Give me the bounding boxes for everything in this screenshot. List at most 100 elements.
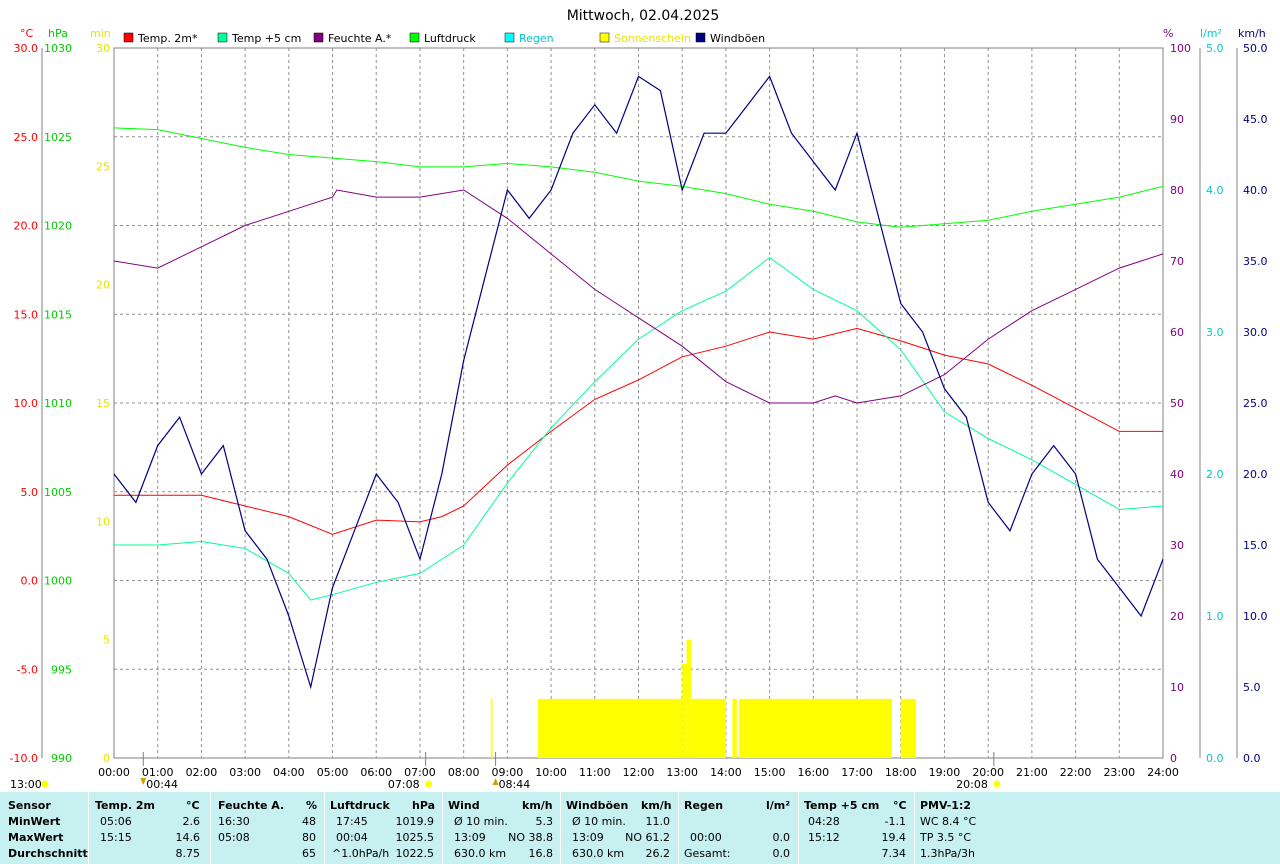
- wind-tick-label: 50.0: [1243, 42, 1268, 55]
- stats-header-hum-unit: %: [306, 799, 318, 812]
- time-tick-label: 15:00: [754, 766, 786, 779]
- legend-label: Regen: [519, 32, 554, 45]
- rain-tick-label: 1.0: [1206, 610, 1224, 623]
- avg-t5-value: 7.34: [881, 847, 907, 860]
- time-tick-label: 10:00: [535, 766, 567, 779]
- humidity-tick-label: 30: [1170, 539, 1184, 552]
- grid: [113, 47, 1164, 759]
- wind-tick-label: 35.0: [1243, 255, 1268, 268]
- sunshine-bar: [682, 663, 687, 758]
- avg-gust-distance: 630.0 km: [572, 847, 625, 860]
- legend-label: Temp. 2m*: [137, 32, 198, 45]
- min-gust-label: Ø 10 min.: [572, 815, 626, 828]
- max-press-time: 00:04: [336, 831, 368, 844]
- sunshine-bar: [537, 698, 683, 758]
- sunset-icon: [993, 780, 1001, 788]
- stats-header-wind: Wind: [448, 799, 480, 812]
- min-t5-time: 04:28: [808, 815, 840, 828]
- max-t5-time: 15:12: [808, 831, 840, 844]
- stats-row-max-label: MaxWert: [8, 831, 64, 844]
- event-label: 08:44: [499, 778, 531, 791]
- stats-row-min-label: MinWert: [8, 815, 61, 828]
- wind-tick-label: 0.0: [1243, 752, 1261, 765]
- legend-label: Sonnenschein: [614, 32, 691, 45]
- time-tick-label: 23:00: [1103, 766, 1135, 779]
- time-tick-label: 13:00: [666, 766, 698, 779]
- humidity-tick-label: 0: [1170, 752, 1177, 765]
- legend: Temp. 2m* Temp +5 cm Feuchte A.* Luftdruck R…: [123, 32, 765, 45]
- bottom-left-time: 13:00: [10, 778, 42, 791]
- weather-report: Mittwoch, 02.04.2025 °C hPa min % l/m² k…: [0, 0, 1280, 864]
- avg-press-trend: ^1.0hPa/h: [332, 847, 390, 860]
- sunshine-bar: [739, 698, 893, 758]
- stats-header-gust: Windböen: [566, 799, 629, 812]
- max-rain-time: 00:00: [690, 831, 722, 844]
- min-hum-value: 48: [302, 815, 316, 828]
- stats-header-temp-unit: °C: [186, 799, 200, 812]
- wind-tick-label: 5.0: [1243, 681, 1261, 694]
- temp-tick-label: 0.0: [21, 575, 39, 588]
- sun-tick-label: 15: [96, 397, 110, 410]
- legend-swatch: [504, 32, 515, 43]
- min-temp-value: 2.6: [182, 815, 201, 828]
- temp-tick-label: 25.0: [14, 131, 39, 144]
- avg-rain-label: Gesamt:: [684, 847, 731, 860]
- stats-header-hum: Feuchte A.: [218, 799, 285, 812]
- wind-tick-label: 15.0: [1243, 539, 1268, 552]
- stats-table: Sensor Temp. 2m °C Feuchte A. % Luftdruc…: [0, 792, 1280, 864]
- min-hum-time: 16:30: [218, 815, 250, 828]
- sun-tick-label: 0: [103, 752, 110, 765]
- humidity-tick-label: 10: [1170, 681, 1184, 694]
- min-gust-value: 11.0: [645, 815, 671, 828]
- humidity-tick-label: 20: [1170, 610, 1184, 623]
- avg-wind-value: 16.8: [528, 847, 554, 860]
- time-tick-label: 17:00: [841, 766, 873, 779]
- legend-swatch: [599, 32, 610, 43]
- humidity-tick-label: 90: [1170, 113, 1184, 126]
- pressure-tick-label: 1005: [44, 486, 72, 499]
- avg-gust-value: 26.2: [645, 847, 671, 860]
- temp-axis-unit: °C: [20, 27, 34, 40]
- sun-tick-label: 25: [96, 160, 110, 173]
- sunset-label: 20:08: [956, 778, 988, 791]
- temp-tick-label: 30.0: [14, 42, 39, 55]
- pressure-axis-unit: hPa: [48, 27, 68, 40]
- time-tick-label: 08:00: [448, 766, 480, 779]
- avg-rain-value: 0.0: [772, 847, 791, 860]
- sunshine-bars: [490, 639, 917, 758]
- temp-tick-label: -10.0: [10, 752, 38, 765]
- pressure-tick-label: 1010: [44, 397, 72, 410]
- time-tick-label: 02:00: [186, 766, 218, 779]
- time-tick-label: 12:00: [623, 766, 655, 779]
- time-tick-label: 11:00: [579, 766, 611, 779]
- pressure-tick-label: 1000: [44, 575, 72, 588]
- legend-label: Luftdruck: [424, 32, 476, 45]
- min-wind-value: 5.3: [535, 815, 554, 828]
- min-pmv: WC 8.4 °C: [920, 815, 977, 828]
- pressure-tick-label: 1030: [44, 42, 72, 55]
- legend-swatch: [313, 32, 324, 43]
- max-rain-value: 0.0: [772, 831, 791, 844]
- temp-tick-label: 5.0: [21, 486, 39, 499]
- min-press-value: 1019.9: [395, 815, 435, 828]
- time-tick-label: 03:00: [229, 766, 261, 779]
- max-hum-value: 80: [302, 831, 316, 844]
- stats-header-press: Luftdruck: [330, 799, 390, 812]
- temp-tick-label: -5.0: [17, 663, 38, 676]
- sunshine-bar: [686, 639, 691, 758]
- humidity-axis-unit: %: [1163, 27, 1173, 40]
- pressure-tick-label: 1020: [44, 220, 72, 233]
- series-line-temp-2m: [114, 327, 1163, 535]
- sun-tick-label: 30: [96, 42, 110, 55]
- stats-header-gust-unit: km/h: [641, 799, 672, 812]
- avg-hum-value: 65: [302, 847, 316, 860]
- stats-header-rain: Regen: [684, 799, 724, 812]
- wind-tick-label: 40.0: [1243, 184, 1268, 197]
- humidity-tick-label: 80: [1170, 184, 1184, 197]
- rain-tick-label: 5.0: [1206, 42, 1224, 55]
- stats-header-pmv: PMV-1:2: [920, 799, 971, 812]
- weather-chart: Mittwoch, 02.04.2025 °C hPa min % l/m² k…: [10, 8, 1268, 791]
- max-temp-value: 14.6: [175, 831, 201, 844]
- pressure-tick-label: 1025: [44, 131, 72, 144]
- stats-header-sensor: Sensor: [8, 799, 51, 812]
